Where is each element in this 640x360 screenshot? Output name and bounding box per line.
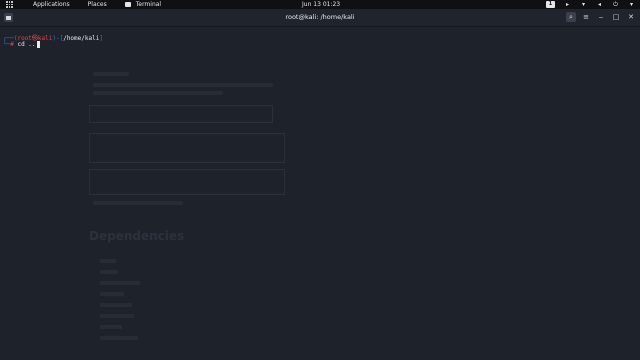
clock[interactable]: Jun 13 01:23 <box>302 1 340 8</box>
command-text: cd .. <box>13 41 36 48</box>
window-title: root@kali: /home/kali <box>285 13 355 21</box>
prompt-close: ] <box>99 35 103 42</box>
search-icon: ⌕ <box>569 13 573 21</box>
hamburger-menu-button[interactable]: ≡ <box>581 12 591 22</box>
terminal-body[interactable]: Dependencies ┌──(root㉿kali)-[/home/kali]… <box>0 27 640 360</box>
top-panel: Applications Places Terminal Jun 13 01:2… <box>0 0 640 9</box>
maximize-icon: □ <box>612 13 620 21</box>
terminal-titlebar: root@kali: /home/kali ⌕ ≡ ‒ □ ✕ <box>0 9 640 27</box>
background-heading: Dependencies <box>89 229 185 243</box>
background-page-ghost: Dependencies <box>0 27 640 360</box>
command-line[interactable]: └─# cd .. <box>3 41 41 48</box>
volume-icon[interactable]: ◂ <box>596 1 603 8</box>
activities-grid-icon[interactable] <box>6 1 13 8</box>
text-cursor <box>36 41 41 48</box>
prompt-path: /home/kali <box>63 35 100 42</box>
search-button[interactable]: ⌕ <box>566 12 576 22</box>
applications-menu[interactable]: Applications <box>33 1 70 8</box>
places-menu[interactable]: Places <box>88 1 107 8</box>
close-button[interactable]: ✕ <box>626 12 636 22</box>
terminal-icon <box>124 2 131 7</box>
screencast-icon[interactable]: ▸ <box>564 1 571 8</box>
hamburger-icon: ≡ <box>583 13 589 21</box>
close-icon: ✕ <box>628 13 634 21</box>
workspace-indicator[interactable]: 1 <box>546 1 555 8</box>
network-icon[interactable]: ▾ <box>580 1 587 8</box>
terminal-app-menu-label: Terminal <box>135 1 162 8</box>
minimize-button[interactable]: ‒ <box>596 12 606 22</box>
maximize-button[interactable]: □ <box>611 12 621 22</box>
terminal-app-menu[interactable]: Terminal <box>124 1 162 8</box>
menu-chevron-icon[interactable]: ▾ <box>628 1 635 8</box>
power-icon[interactable]: ⏻ <box>612 1 619 8</box>
prompt-mid: )-[ <box>52 35 64 42</box>
minimize-icon: ‒ <box>598 13 604 21</box>
